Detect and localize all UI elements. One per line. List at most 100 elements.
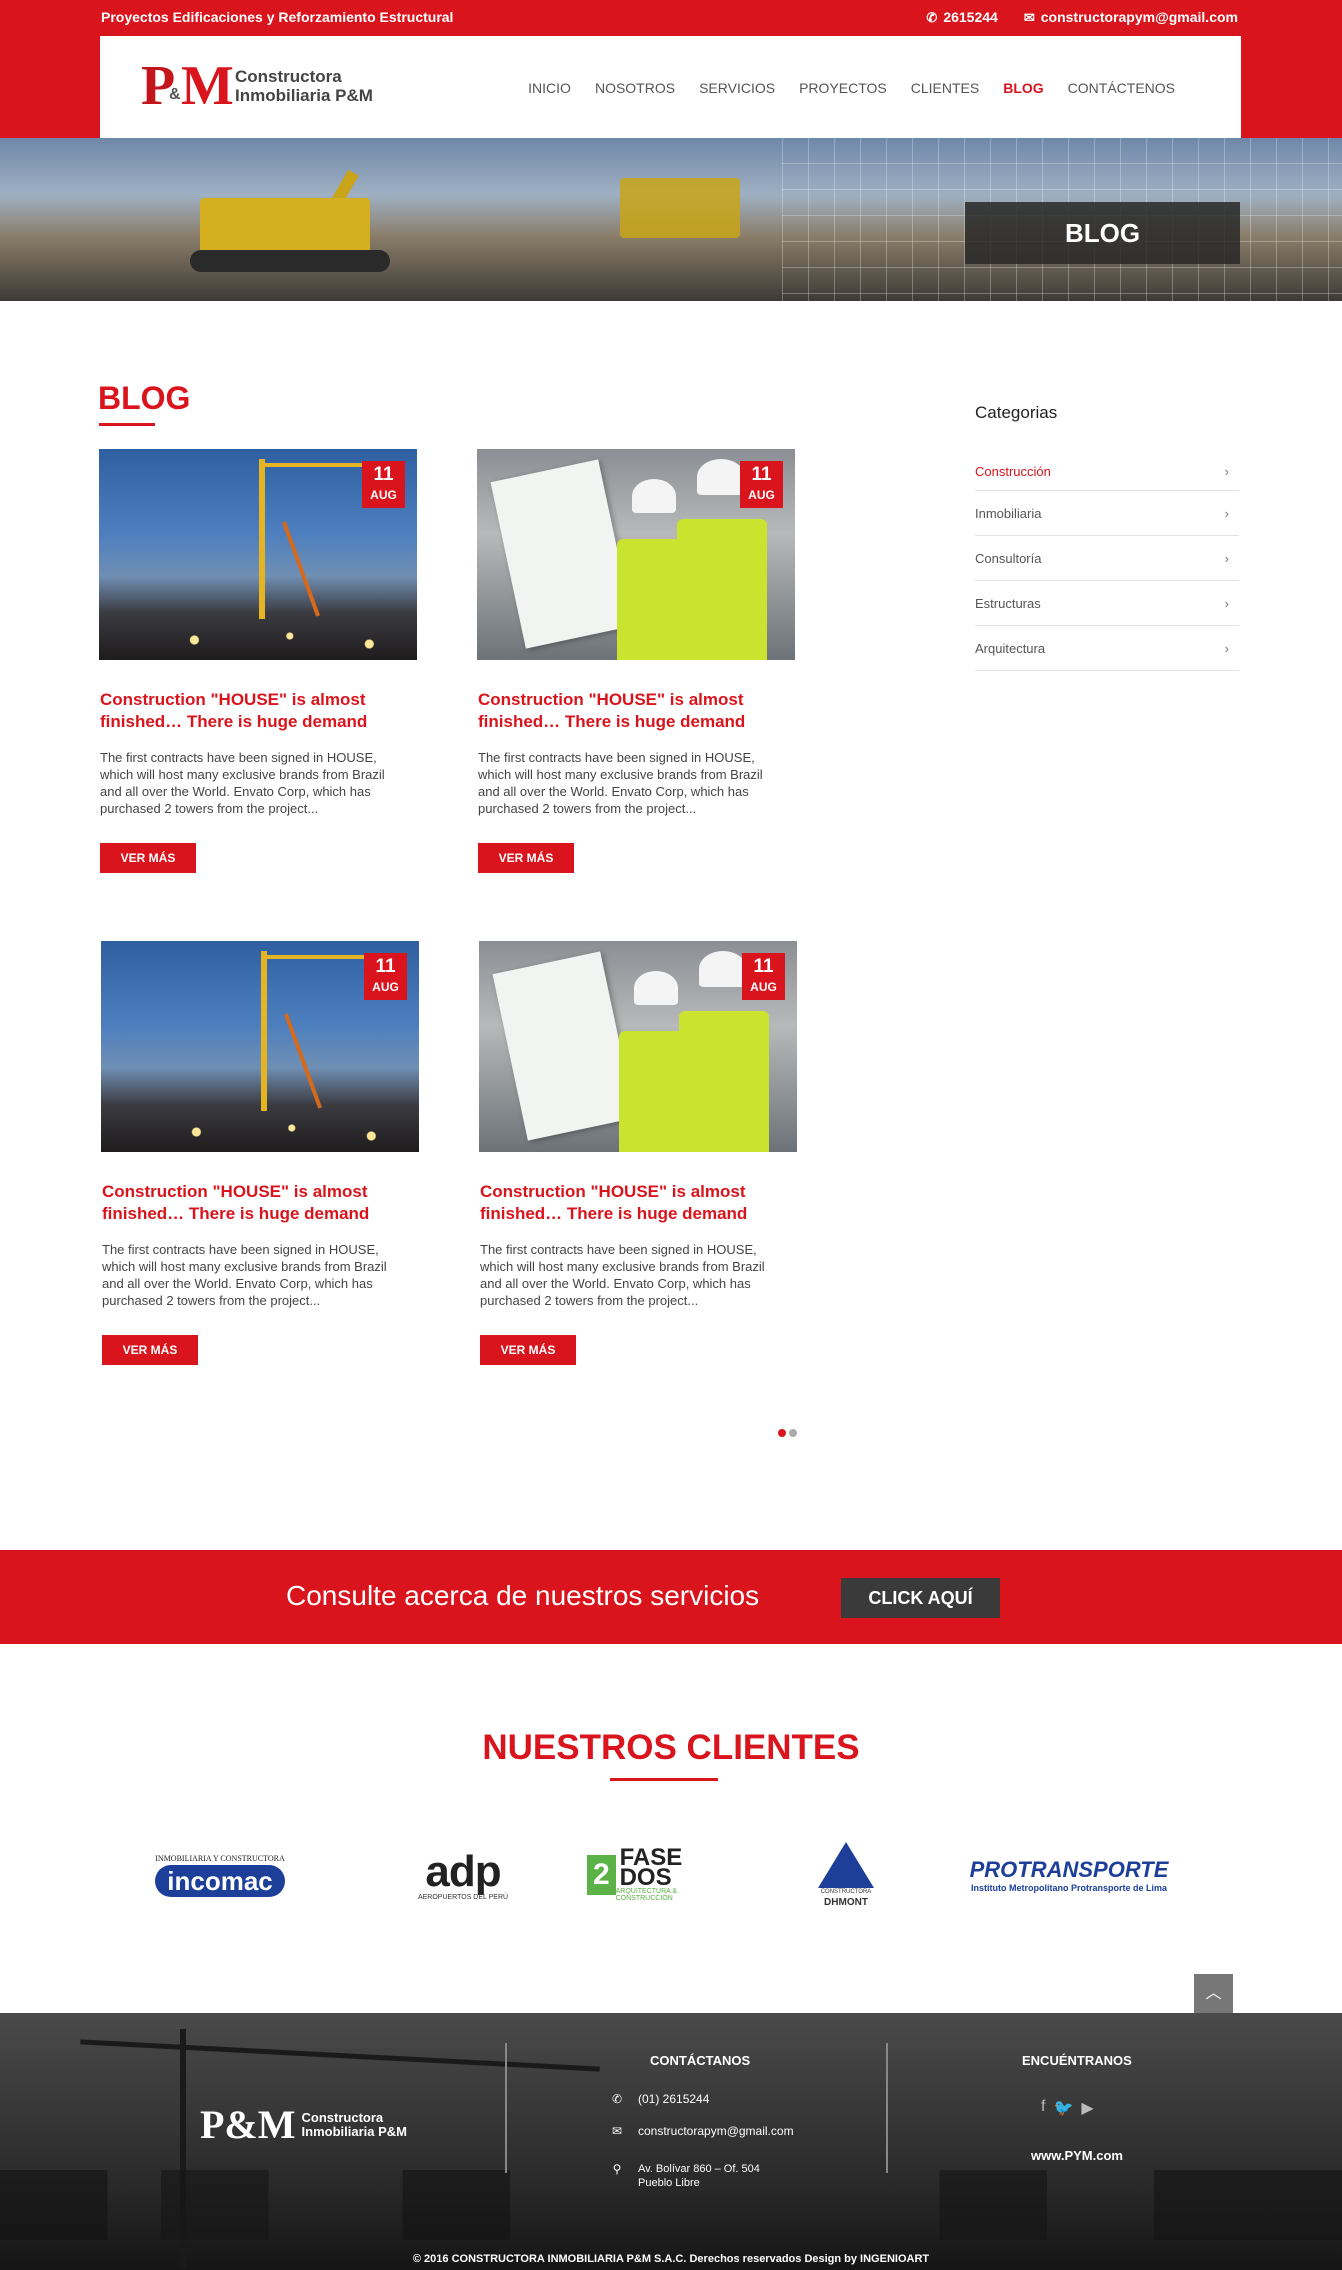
post-image[interactable]: 11 AUG [479,941,797,1152]
footer-address-line2: Pueblo Libre [638,2177,700,2189]
footer-logo-text: Constructora Inmobiliaria P&M [302,2111,407,2139]
dhmont-tagline: CONSTRUCTORA [820,1889,872,1895]
post-title[interactable]: Construction "HOUSE" is almost finished…… [479,1181,797,1225]
date-badge: 11 AUG [740,461,783,508]
blog-heading: BLOG [98,380,191,416]
top-email[interactable]: ✉ constructorapym@gmail.com [1024,9,1238,26]
nav-nosotros[interactable]: NOSOTROS [583,80,687,96]
post-image[interactable]: 11 AUG [99,449,417,660]
footer-find-title: ENCUÉNTRANOS [1022,2053,1132,2068]
cta-text: Consulte acerca de nuestros servicios [286,1580,760,1611]
protransporte-sub: Instituto Metropolitano Protransporte de… [970,1883,1167,1893]
top-phone-text: 2615244 [943,9,998,25]
nav-inicio[interactable]: INICIO [516,80,583,96]
post-excerpt: The first contracts have been signed in … [478,750,763,816]
footer-divider [505,2043,507,2173]
envelope-icon: ✉ [611,2124,623,2138]
date-month: AUG [370,488,397,502]
blog-card: 11 AUG Construction "HOUSE" is almost fi… [477,449,795,873]
main-nav: INICIO NOSOTROS SERVICIOS PROYECTOS CLIE… [516,80,1187,96]
header-nav-box: P & M Constructora Inmobiliaria P&M INIC… [100,36,1241,138]
category-estructuras[interactable]: Estructuras › [975,581,1239,626]
map-pin-icon: ⚲ [612,2162,622,2176]
hero-title: BLOG [1064,218,1141,248]
incomac-tagline: INMOBILIARIA Y CONSTRUCTORA [155,1853,285,1863]
ver-mas-button[interactable]: VER MÁS [480,1335,576,1365]
nav-blog[interactable]: BLOG [991,80,1055,96]
nav-proyectos[interactable]: PROYECTOS [787,80,899,96]
category-inmobiliaria[interactable]: Inmobiliaria › [975,491,1239,536]
footer-phone-text: (01) 2615244 [638,2092,710,2106]
post-image[interactable]: 11 AUG [101,941,419,1152]
twitter-icon[interactable]: 🐦 [1053,2098,1073,2118]
client-logo-adp[interactable]: adp AEROPUERTOS DEL PERÚ [408,1835,518,1915]
site-logo[interactable]: P & M Constructora Inmobiliaria P&M [141,58,373,114]
date-badge: 11 AUG [362,461,405,508]
category-arquitectura[interactable]: Arquitectura › [975,626,1239,671]
chevron-right-icon: › [1224,505,1229,521]
logo-mark: P & M [141,58,234,114]
logo-mark-amp: & [169,86,181,103]
post-title[interactable]: Construction "HOUSE" is almost finished…… [99,689,417,733]
client-logo-fase-dos[interactable]: 2 FASE DOS ARQUITECTURA & CONSTRUCCIÓN [587,1835,717,1915]
nav-contactenos[interactable]: CONTÁCTENOS [1056,80,1187,96]
ver-mas-button[interactable]: VER MÁS [478,843,574,873]
footer-address: ⚲ Av. Bolívar 860 – Of. 504 Pueblo Libre [608,2162,760,2190]
top-bar: Proyectos Edificaciones y Reforzamiento … [0,0,1342,138]
client-logo-incomac[interactable]: INMOBILIARIA Y CONSTRUCTORA incomac [140,1835,300,1915]
blog-card: 11 AUG Construction "HOUSE" is almost fi… [101,941,419,1365]
protransporte-name: PROTRANSPORTE [969,1857,1169,1882]
back-to-top-button[interactable]: ︿ [1194,1974,1233,2013]
phone-icon: ✆ [611,2092,623,2106]
dhmont-name: DHMONT [824,1897,868,1908]
copyright: © 2016 CONSTRUCTORA INMOBILIARIA P&M S.A… [412,2253,930,2265]
pagination-dots [778,1429,797,1437]
blog-card: 11 AUG Construction "HOUSE" is almost fi… [479,941,797,1365]
nav-clientes[interactable]: CLIENTES [899,80,991,96]
post-excerpt: The first contracts have been signed in … [480,1242,765,1308]
chevron-right-icon: › [1224,550,1229,566]
adp-name: adp [425,1846,501,1896]
top-phone[interactable]: ✆ 2615244 [926,9,997,26]
ver-mas-button[interactable]: VER MÁS [102,1335,198,1365]
footer-logo-mark: P&M [200,2102,296,2147]
logo-line1: Constructora [235,67,342,86]
cta-button[interactable]: CLICK AQUÍ [841,1578,1000,1618]
client-logos: INMOBILIARIA Y CONSTRUCTORA incomac adp … [0,1835,1342,1915]
post-title[interactable]: Construction "HOUSE" is almost finished…… [477,689,795,733]
footer-contact-title: CONTÁCTANOS [650,2053,751,2068]
date-month: AUG [372,980,399,994]
client-logo-dhmont[interactable]: CONSTRUCTORA DHMONT [808,1835,884,1915]
footer-email[interactable]: ✉ constructorapym@gmail.com [608,2124,794,2138]
page-dot-1[interactable] [778,1429,786,1437]
footer-logo[interactable]: P&M Constructora Inmobiliaria P&M [200,2105,407,2145]
clients-heading: NUESTROS CLIENTES [482,1728,860,1767]
category-construccion[interactable]: Construcción › [975,453,1239,491]
ver-mas-button[interactable]: VER MÁS [100,843,196,873]
blog-heading-underline [99,423,155,426]
logo-text: Constructora Inmobiliaria P&M [235,67,373,105]
categories-sidebar: Categorias Construcción › Inmobiliaria ›… [975,403,1239,671]
page-dot-2[interactable] [789,1429,797,1437]
chevron-right-icon: › [1224,640,1229,656]
client-logo-protransporte[interactable]: PROTRANSPORTE Instituto Metropolitano Pr… [956,1835,1182,1915]
fase-line2: DOS [619,1864,672,1891]
footer-phone[interactable]: ✆ (01) 2615244 [608,2092,709,2106]
post-title[interactable]: Construction "HOUSE" is almost finished…… [101,1181,419,1225]
facebook-icon[interactable]: f [1041,2098,1045,2118]
category-label: Consultoría [975,550,1042,566]
top-contact: ✆ 2615244 ✉ constructorapym@gmail.com [926,9,1238,26]
footer-divider [886,2043,888,2173]
footer-website[interactable]: www.PYM.com [1031,2148,1123,2163]
post-image[interactable]: 11 AUG [477,449,795,660]
youtube-icon[interactable]: ▶ [1081,2098,1093,2118]
footer-logo-line1: Constructora [301,2110,384,2125]
social-links: f 🐦 ▶ [1041,2098,1094,2118]
cta-band: Consulte acerca de nuestros servicios CL… [0,1550,1342,1644]
category-label: Arquitectura [975,640,1046,656]
phone-icon: ✆ [926,10,938,25]
nav-servicios[interactable]: SERVICIOS [687,80,787,96]
footer-email-text: constructorapym@gmail.com [638,2124,794,2138]
hero-title-box: BLOG [965,202,1240,264]
category-consultoria[interactable]: Consultoría › [975,536,1239,581]
